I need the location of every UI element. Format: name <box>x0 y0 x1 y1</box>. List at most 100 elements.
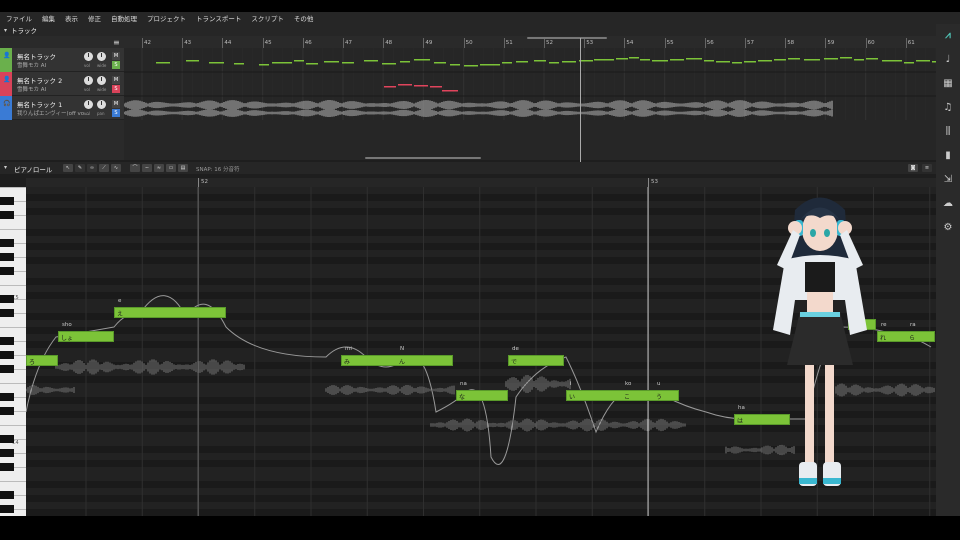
black-key[interactable] <box>0 309 14 317</box>
pan-knob[interactable] <box>97 76 106 85</box>
black-key[interactable] <box>0 393 14 401</box>
black-key[interactable] <box>0 211 14 219</box>
menu-edit[interactable]: 編集 <box>42 13 55 23</box>
black-key[interactable] <box>0 253 14 261</box>
library-icon[interactable]: ⫼ <box>942 126 954 138</box>
white-key[interactable] <box>0 285 26 286</box>
note-block[interactable] <box>114 307 226 318</box>
mute-button[interactable]: M <box>112 100 120 108</box>
book-icon[interactable]: ▮ <box>942 150 954 162</box>
menu-script[interactable]: スクリプト <box>251 13 284 23</box>
view-phoneme-icon[interactable]: ▭ <box>166 164 176 172</box>
empty-lane-area[interactable] <box>124 120 936 160</box>
note-lyric[interactable]: い <box>569 392 575 401</box>
ruler-bar-label: 61 <box>907 40 915 46</box>
timeline-ruler[interactable]: 42 43 44 45 46 47 48 49 50 51 52 53 54 55 56 57 58 59 60 61 <box>124 38 936 48</box>
menu-transport[interactable]: トランスポート <box>196 13 241 23</box>
horizontal-scrollbar[interactable] <box>365 157 481 159</box>
cloud-icon[interactable]: ☁ <box>942 198 954 210</box>
track-row-3[interactable]: 🎧 無名トラック 1 我りんぱエンヴィー(off vo... vol pan M… <box>0 96 124 120</box>
white-key[interactable] <box>0 425 26 426</box>
black-key[interactable] <box>0 435 14 443</box>
mic-icon[interactable]: ♩ <box>942 54 954 66</box>
top-scrollbar[interactable] <box>527 37 607 39</box>
pan-knob[interactable] <box>97 52 106 61</box>
menu-modify[interactable]: 修正 <box>88 13 101 23</box>
mute-button[interactable]: M <box>112 76 120 84</box>
track-name[interactable]: 無名トラック 1 <box>17 99 62 109</box>
note-lyric[interactable]: み <box>344 357 350 366</box>
solo-button[interactable]: S <box>112 109 120 117</box>
select-tool-icon[interactable]: ↖ <box>63 164 73 172</box>
pencil-tool-icon[interactable]: ✎ <box>75 164 85 172</box>
snap-setting[interactable]: SNAP: 16 分音符 <box>196 165 240 173</box>
view-wave-icon[interactable]: ≈ <box>154 164 164 172</box>
black-key[interactable] <box>0 365 14 373</box>
white-key[interactable] <box>0 383 26 384</box>
black-key[interactable] <box>0 239 14 247</box>
track-row-2[interactable]: 👤 無名トラック 2 雪舞モカ AI vol wide M S <box>0 72 124 96</box>
track-menu-icon[interactable]: ≡ <box>113 38 120 47</box>
logo-icon[interactable]: ⩘ <box>942 30 954 42</box>
volume-knob[interactable] <box>84 76 93 85</box>
white-key[interactable] <box>0 327 26 328</box>
camera-icon[interactable]: ◙ <box>908 164 918 172</box>
pitch-tool-icon[interactable]: ⟋ <box>99 164 109 172</box>
black-key[interactable] <box>0 197 14 205</box>
collapse-chevron-icon[interactable]: ▾ <box>4 27 7 34</box>
gear-icon[interactable]: ⚙ <box>942 222 954 234</box>
collapse-chevron-icon[interactable]: ▾ <box>4 164 7 171</box>
curve-tool-icon[interactable]: ∿ <box>111 164 121 172</box>
view-lyric-icon[interactable]: ▤ <box>178 164 188 172</box>
note-lyric[interactable]: ら <box>909 333 915 342</box>
track-name[interactable]: 無名トラック 2 <box>17 75 62 85</box>
note-lyric[interactable]: は <box>737 416 743 425</box>
white-key[interactable] <box>0 481 26 482</box>
white-key[interactable] <box>0 229 26 230</box>
note-lyric[interactable]: で <box>511 357 517 366</box>
solo-button[interactable]: S <box>112 61 120 69</box>
black-key[interactable] <box>0 449 14 457</box>
volume-knob[interactable] <box>84 100 93 109</box>
note-lyric[interactable]: ろ <box>29 357 35 366</box>
black-key[interactable] <box>0 295 14 303</box>
black-key[interactable] <box>0 407 14 415</box>
white-key[interactable] <box>0 187 26 188</box>
track-name[interactable]: 無名トラック <box>17 51 56 61</box>
link-tool-icon[interactable]: ∞ <box>87 164 97 172</box>
track-row-1[interactable]: 👤 無名トラック 雪舞モカ AI vol wide M S <box>0 48 124 72</box>
view-curve-icon[interactable]: ∼ <box>142 164 152 172</box>
piano-keyboard[interactable]: C5 C4 <box>0 187 26 516</box>
menu-project[interactable]: プロジェクト <box>147 13 186 23</box>
black-key[interactable] <box>0 463 14 471</box>
note-lyric[interactable]: え <box>117 309 123 318</box>
note-lyric[interactable]: ん <box>399 357 405 366</box>
note-lyric[interactable]: こ <box>624 392 630 401</box>
pan-knob[interactable] <box>97 100 106 109</box>
export-icon[interactable]: ⇲ <box>942 174 954 186</box>
black-key[interactable] <box>0 491 14 499</box>
black-key[interactable] <box>0 351 14 359</box>
track-lanes[interactable] <box>124 48 936 120</box>
menu-other[interactable]: その他 <box>294 13 314 23</box>
menu-file[interactable]: ファイル <box>6 13 32 23</box>
solo-button[interactable]: S <box>112 85 120 93</box>
black-key[interactable] <box>0 267 14 275</box>
playhead-line[interactable] <box>580 38 581 162</box>
pianoroll-ruler[interactable]: 52 53 <box>26 178 936 187</box>
menu-auto[interactable]: 自動処理 <box>111 13 137 23</box>
note-lyric[interactable]: しょ <box>61 333 73 342</box>
music-note-icon[interactable]: ♫ <box>942 102 954 114</box>
volume-knob[interactable] <box>84 52 93 61</box>
note-block[interactable] <box>341 355 453 366</box>
menu-view[interactable]: 表示 <box>65 13 78 23</box>
keyboard-icon[interactable]: ▦ <box>942 78 954 90</box>
black-key[interactable] <box>0 505 14 513</box>
note-block[interactable] <box>566 390 679 401</box>
note-lyric[interactable]: な <box>459 392 465 401</box>
black-key[interactable] <box>0 337 14 345</box>
note-lyric[interactable]: う <box>656 392 662 401</box>
view-pitch-icon[interactable]: ⌒ <box>130 164 140 172</box>
menu-icon[interactable]: ≡ <box>922 164 932 172</box>
mute-button[interactable]: M <box>112 52 120 60</box>
